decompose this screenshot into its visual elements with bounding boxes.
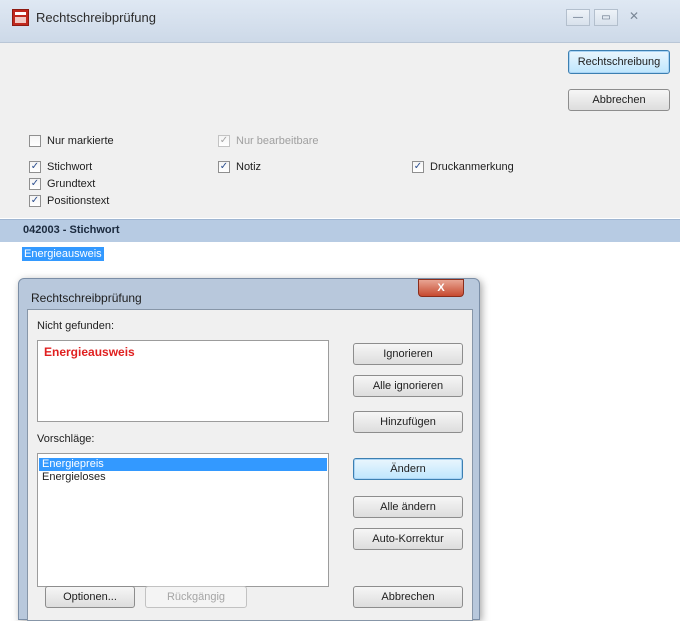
change-all-button[interactable]: Alle ändern xyxy=(353,496,463,518)
checkbox-label: Stichwort xyxy=(47,161,93,173)
checkbox-label: Nur bearbeitbare xyxy=(236,135,319,147)
checkbox-label: Druckanmerkung xyxy=(430,161,514,173)
not-found-word: Energieausweis xyxy=(44,345,135,359)
suggestions-list[interactable]: Energiepreis Energieloses xyxy=(37,453,329,587)
dialog-title: Rechtschreibprüfung xyxy=(31,291,142,305)
checkmark-icon: ✓ xyxy=(412,161,424,173)
checkmark-icon: ✓ xyxy=(218,161,230,173)
change-button[interactable]: Ändern xyxy=(353,458,463,480)
spellcheck-dialog: Rechtschreibprüfung X Nicht gefunden: En… xyxy=(18,278,480,621)
checkbox-box xyxy=(29,135,41,147)
minimize-icon[interactable]: — xyxy=(566,9,590,26)
maximize-icon[interactable]: ▭ xyxy=(594,9,618,26)
ignore-button[interactable]: Ignorieren xyxy=(353,343,463,365)
checkbox-label: Positionstext xyxy=(47,195,110,207)
autocorrect-button[interactable]: Auto-Korrektur xyxy=(353,528,463,550)
selected-text[interactable]: Energieausweis xyxy=(22,247,104,261)
checkmark-icon: ✓ xyxy=(29,195,41,207)
not-found-label: Nicht gefunden: xyxy=(37,320,115,332)
options-button[interactable]: Optionen... xyxy=(45,586,135,608)
checkbox-label: Nur markierte xyxy=(47,135,114,147)
add-button[interactable]: Hinzufügen xyxy=(353,411,463,433)
checkbox-label: Grundtext xyxy=(47,178,96,190)
window-titlebar: Rechtschreibprüfung — ▭ ✕ xyxy=(0,0,680,43)
undo-button[interactable]: Rückgängig xyxy=(145,586,247,608)
spellcheck-button[interactable]: Rechtschreibung xyxy=(568,50,670,74)
checkmark-icon: ✓ xyxy=(29,161,41,173)
dialog-body: Nicht gefunden: Energieausweis Vorschläg… xyxy=(27,309,473,621)
checkmark-icon: ✓ xyxy=(29,178,41,190)
section-header: 042003 - Stichwort xyxy=(0,219,680,242)
ignore-all-button[interactable]: Alle ignorieren xyxy=(353,375,463,397)
close-icon[interactable]: ✕ xyxy=(622,9,646,26)
section-title: 042003 - Stichwort xyxy=(23,224,120,236)
checkmark-icon: ✓ xyxy=(218,135,230,147)
dialog-close-icon[interactable]: X xyxy=(418,279,464,297)
checkbox-label: Notiz xyxy=(236,161,262,173)
suggestion-item[interactable]: Energieloses xyxy=(39,471,109,484)
not-found-box[interactable]: Energieausweis xyxy=(37,340,329,422)
suggestions-label: Vorschläge: xyxy=(37,433,95,445)
main-panel: Rechtschreibung Abbrechen Nur markierte … xyxy=(0,43,680,218)
dialog-cancel-button[interactable]: Abbrechen xyxy=(353,586,463,608)
window-title: Rechtschreibprüfung xyxy=(36,10,156,25)
suggestion-item[interactable]: Energiepreis xyxy=(39,458,327,471)
cancel-button[interactable]: Abbrechen xyxy=(568,89,670,111)
app-logo-icon xyxy=(12,9,29,26)
